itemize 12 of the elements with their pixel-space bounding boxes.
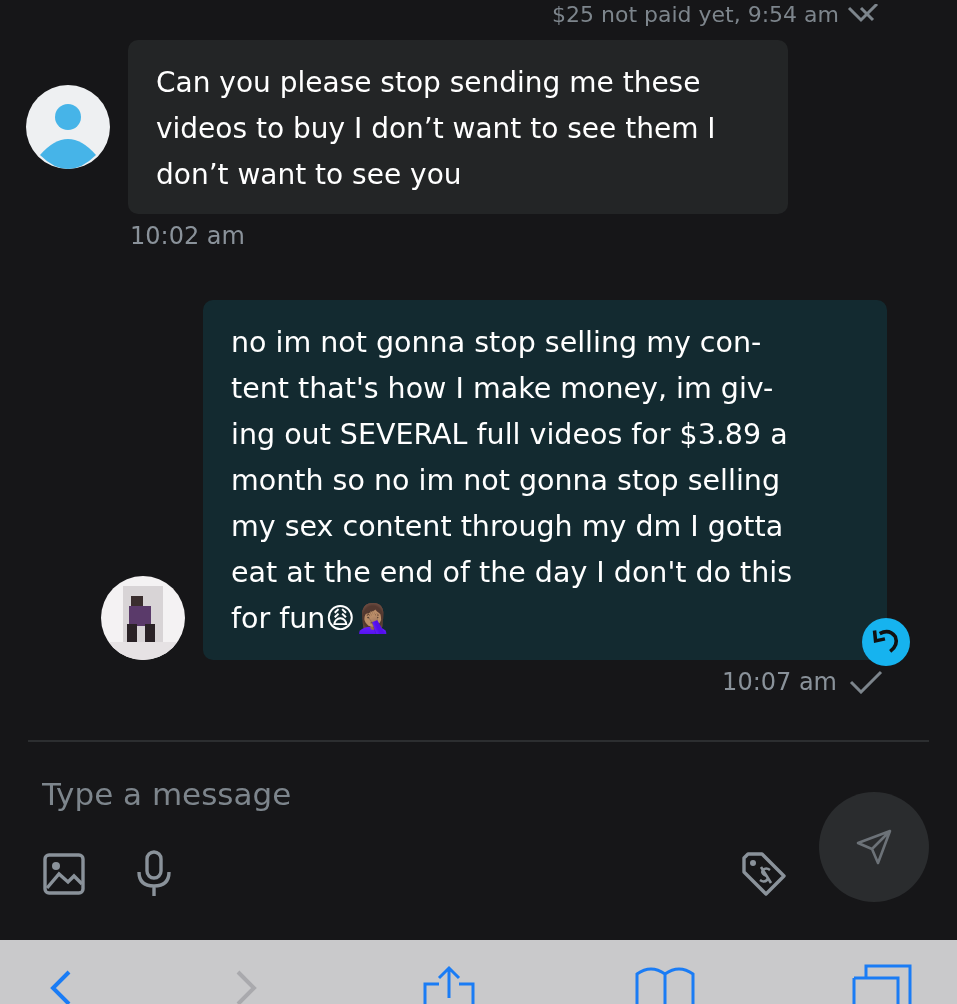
avatar-icon[interactable] — [26, 85, 110, 169]
message-bubble: Can you please stop sending me these videos to buy I don’t want to see them I don’t want to see you — [128, 40, 788, 214]
message-time: 10:07 am — [722, 668, 837, 696]
message-input[interactable]: Type a message — [42, 776, 642, 812]
send-icon — [854, 827, 894, 867]
message-bubble: no im not gonna stop selling my con- tent that's how I make money, im giv- ing out SEVERAL full videos for $3.89 a month so no im not gonna stop selling my sex content through my dm I gotta eat at the end of the day I don't do this for fun😩🤦🏽‍♀ — [203, 300, 887, 660]
price-tag-icon[interactable] — [740, 850, 788, 898]
message-time: 10:02 am — [130, 222, 245, 250]
undo-icon[interactable] — [862, 618, 910, 666]
message-status: $25 not paid yet, 9:54 am — [552, 2, 839, 28]
microphone-icon[interactable] — [134, 850, 174, 898]
image-icon[interactable] — [42, 852, 86, 896]
